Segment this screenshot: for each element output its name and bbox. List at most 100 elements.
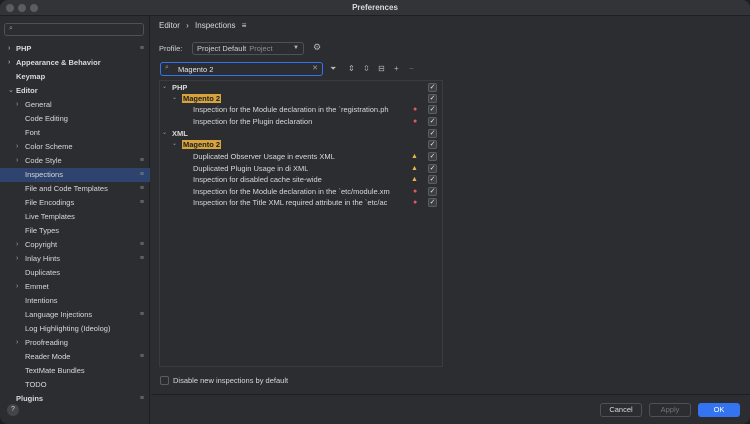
enabled-checkbox[interactable]: ✓ [428, 105, 437, 114]
tree-row-label: PHP [172, 83, 188, 92]
gear-icon[interactable]: ⚙ [313, 42, 321, 53]
breadcrumb-separator: › [186, 21, 189, 30]
apply-button[interactable]: Apply [649, 403, 691, 417]
chevron-down-icon[interactable]: ⌄ [172, 139, 177, 150]
reset-icon[interactable]: ⊟ [378, 64, 385, 73]
chevron-down-icon[interactable]: ⌄ [162, 128, 167, 139]
project-settings-icon: ≡ [139, 185, 144, 192]
disable-new-inspections-checkbox[interactable] [160, 376, 169, 385]
project-settings-icon: ≡ [139, 45, 144, 52]
inspection-row[interactable]: Inspection for the Module declaration in… [160, 104, 442, 115]
tree-group-row[interactable]: ⌄ XML ✓ [160, 128, 442, 139]
chevron-down-icon[interactable]: ⌄ [162, 82, 167, 93]
sidebar-item-php[interactable]: › PHP ≡ [0, 42, 150, 56]
project-settings-icon: ≡ [139, 255, 144, 262]
tree-group-row[interactable]: ⌄ Magento 2 ✓ [160, 93, 442, 104]
sidebar-item-duplicates[interactable]: Duplicates [0, 266, 150, 280]
sidebar-item-live-templates[interactable]: Live Templates [0, 210, 150, 224]
breadcrumb: Editor › Inspections ≡ [159, 21, 250, 30]
sidebar-item-copyright[interactable]: › Copyright ≡ [0, 238, 150, 252]
inspection-row[interactable]: Inspection for the Plugin declaration ● ✓ [160, 116, 442, 127]
chevron-right-icon[interactable]: › [16, 98, 18, 112]
inspection-row[interactable]: Inspection for the Title XML required at… [160, 197, 442, 208]
chevron-right-icon[interactable]: › [8, 42, 10, 56]
ok-button[interactable]: OK [698, 403, 740, 417]
enabled-checkbox[interactable]: ✓ [428, 152, 437, 161]
chevron-right-icon[interactable]: › [16, 336, 18, 350]
remove-icon[interactable]: − [409, 64, 414, 73]
help-button[interactable]: ? [7, 404, 19, 416]
chevron-right-icon[interactable]: › [16, 252, 18, 266]
inspection-row[interactable]: Inspection for the Module declaration in… [160, 186, 442, 197]
sidebar-item-file-types[interactable]: File Types [0, 224, 150, 238]
chevron-right-icon[interactable]: › [16, 140, 18, 154]
settings-search-input[interactable]: ⌕ [4, 23, 144, 36]
enabled-checkbox[interactable]: ✓ [428, 129, 437, 138]
collapse-all-icon[interactable]: ⇳ [363, 64, 370, 73]
tree-row-label: Inspection for disabled cache site-wide [193, 175, 322, 184]
sidebar-item-editor[interactable]: ⌄ Editor [0, 84, 150, 98]
chevron-right-icon[interactable]: › [8, 56, 10, 70]
chevron-right-icon[interactable]: › [16, 238, 18, 252]
inspection-row[interactable]: Duplicated Observer Usage in events XML ▲… [160, 151, 442, 162]
sidebar-item-label: Font [25, 128, 41, 137]
tree-group-row[interactable]: ⌄ Magento 2 ✓ [160, 139, 442, 150]
enabled-checkbox[interactable]: ✓ [428, 164, 437, 173]
expand-all-icon[interactable]: ⇕ [348, 64, 355, 73]
sidebar-item-font[interactable]: Font [0, 126, 150, 140]
enabled-checkbox[interactable]: ✓ [428, 187, 437, 196]
sidebar-item-log-highlighting-ideolog[interactable]: Log Highlighting (Ideolog) [0, 322, 150, 336]
search-icon: ⌕ [165, 64, 169, 71]
breadcrumb-root[interactable]: Editor [159, 21, 180, 30]
sidebar-item-keymap[interactable]: Keymap [0, 70, 150, 84]
project-settings-icon: ≡ [139, 171, 144, 178]
inspection-row[interactable]: Inspection for disabled cache site-wide ▲… [160, 174, 442, 185]
sidebar-item-label: PHP [16, 44, 32, 53]
sidebar-item-label: File and Code Templates [25, 184, 108, 193]
sidebar-item-inspections[interactable]: Inspections ≡ [0, 168, 150, 182]
chevron-down-icon[interactable]: ⌄ [8, 84, 14, 98]
sidebar-item-label: Proofreading [25, 338, 68, 347]
sidebar-item-code-style[interactable]: › Code Style ≡ [0, 154, 150, 168]
sidebar-item-file-and-code-templates[interactable]: File and Code Templates ≡ [0, 182, 150, 196]
sidebar-item-reader-mode[interactable]: Reader Mode ≡ [0, 350, 150, 364]
sidebar-item-inlay-hints[interactable]: › Inlay Hints ≡ [0, 252, 150, 266]
sidebar-item-textmate-bundles[interactable]: TextMate Bundles [0, 364, 150, 378]
tree-group-row[interactable]: ⌄ PHP ✓ [160, 82, 442, 93]
sidebar-item-code-editing[interactable]: Code Editing [0, 112, 150, 126]
enabled-checkbox[interactable]: ✓ [428, 83, 437, 92]
sidebar-item-intentions[interactable]: Intentions [0, 294, 150, 308]
sidebar-item-file-encodings[interactable]: File Encodings ≡ [0, 196, 150, 210]
sidebar-item-color-scheme[interactable]: › Color Scheme [0, 140, 150, 154]
sidebar-item-language-injections[interactable]: Language Injections ≡ [0, 308, 150, 322]
enabled-checkbox[interactable]: ✓ [428, 198, 437, 207]
chevron-down-icon[interactable]: ⌄ [172, 93, 177, 104]
project-settings-icon: ≡ [139, 353, 144, 360]
enabled-checkbox[interactable]: ✓ [428, 94, 437, 103]
clear-icon[interactable]: ✕ [312, 64, 318, 72]
footer-divider [151, 394, 750, 395]
enabled-checkbox[interactable]: ✓ [428, 140, 437, 149]
sidebar-item-appearance-behavior[interactable]: › Appearance & Behavior [0, 56, 150, 70]
add-icon[interactable]: + [394, 64, 399, 73]
sidebar-item-general[interactable]: › General [0, 98, 150, 112]
sidebar-item-proofreading[interactable]: › Proofreading [0, 336, 150, 350]
sidebar-item-todo[interactable]: TODO [0, 378, 150, 392]
inspection-row[interactable]: Duplicated Plugin Usage in di XML ▲ ✓ [160, 163, 442, 174]
profile-select[interactable]: Project Default Project ▼ [192, 42, 304, 55]
menu-icon[interactable]: ≡ [242, 21, 247, 30]
filter-icon[interactable]: ⏷ [330, 64, 336, 74]
tree-row-label: Inspection for the Title XML required at… [193, 198, 388, 207]
enabled-checkbox[interactable]: ✓ [428, 175, 437, 184]
chevron-right-icon[interactable]: › [16, 280, 18, 294]
error-severity-icon: ● [413, 118, 418, 125]
enabled-checkbox[interactable]: ✓ [428, 117, 437, 126]
tree-row-label: Magento 2 [182, 139, 222, 150]
project-settings-icon: ≡ [139, 395, 144, 402]
sidebar-item-plugins[interactable]: Plugins ≡ [0, 392, 150, 406]
sidebar-item-emmet[interactable]: › Emmet [0, 280, 150, 294]
cancel-button[interactable]: Cancel [600, 403, 642, 417]
error-severity-icon: ● [413, 106, 418, 113]
inspections-filter-input[interactable]: ⌕ Magento 2 ✕ [160, 62, 323, 76]
chevron-right-icon[interactable]: › [16, 154, 18, 168]
